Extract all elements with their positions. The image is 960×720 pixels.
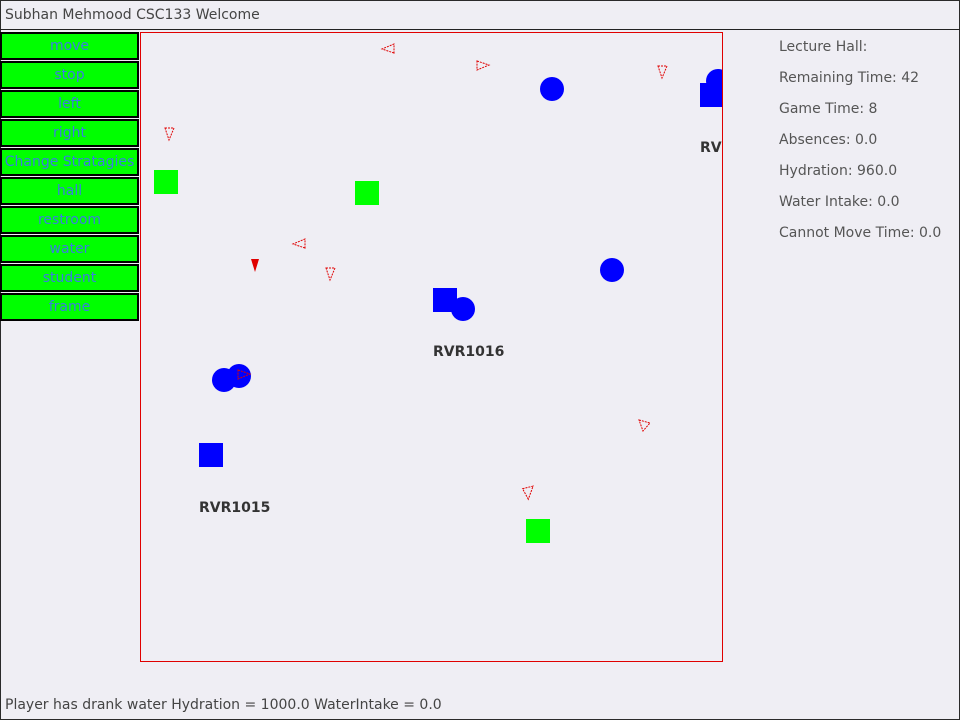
water-intake-stat: Water Intake: 0.0 bbox=[779, 194, 900, 210]
change-strategies-button[interactable]: Change Stratagies bbox=[0, 148, 139, 176]
remaining-time-stat: Remaining Time: 42 bbox=[779, 70, 920, 86]
triangle-icon bbox=[164, 127, 175, 142]
triangle-markers bbox=[164, 43, 668, 501]
restroom-button[interactable]: restroom bbox=[0, 206, 139, 234]
student-button[interactable]: student bbox=[0, 264, 139, 292]
water-button[interactable]: water bbox=[0, 235, 139, 263]
player-icon bbox=[251, 259, 259, 272]
triangle-icon bbox=[237, 369, 252, 380]
left-button[interactable]: left bbox=[0, 90, 139, 118]
triangle-icon bbox=[476, 60, 491, 71]
frame-button[interactable]: frame bbox=[0, 293, 139, 321]
hall-button[interactable]: hall bbox=[0, 177, 139, 205]
game-map[interactable]: RVR1015 RVR1016 RVI bbox=[140, 32, 723, 662]
title-bar: Subhan Mehmood CSC133 Welcome bbox=[0, 0, 960, 30]
triangle-icon bbox=[325, 267, 336, 282]
triangle-icon bbox=[638, 419, 651, 432]
move-button[interactable]: move bbox=[0, 32, 139, 60]
window-title: Subhan Mehmood CSC133 Welcome bbox=[5, 7, 260, 23]
status-message: Player has drank water Hydration = 1000.… bbox=[5, 697, 442, 713]
triangle-icon bbox=[521, 485, 534, 501]
triangle-icon bbox=[657, 65, 668, 80]
triangle-icon bbox=[291, 238, 306, 249]
right-button[interactable]: right bbox=[0, 119, 139, 147]
hydration-stat: Hydration: 960.0 bbox=[779, 163, 898, 179]
triangle-icon bbox=[380, 43, 395, 54]
stop-button[interactable]: stop bbox=[0, 61, 139, 89]
cannot-move-time-stat: Cannot Move Time: 0.0 bbox=[779, 225, 942, 241]
game-time-stat: Game Time: 8 bbox=[779, 101, 878, 117]
absences-stat: Absences: 0.0 bbox=[779, 132, 878, 148]
lecture-hall-stat: Lecture Hall: bbox=[779, 39, 868, 55]
